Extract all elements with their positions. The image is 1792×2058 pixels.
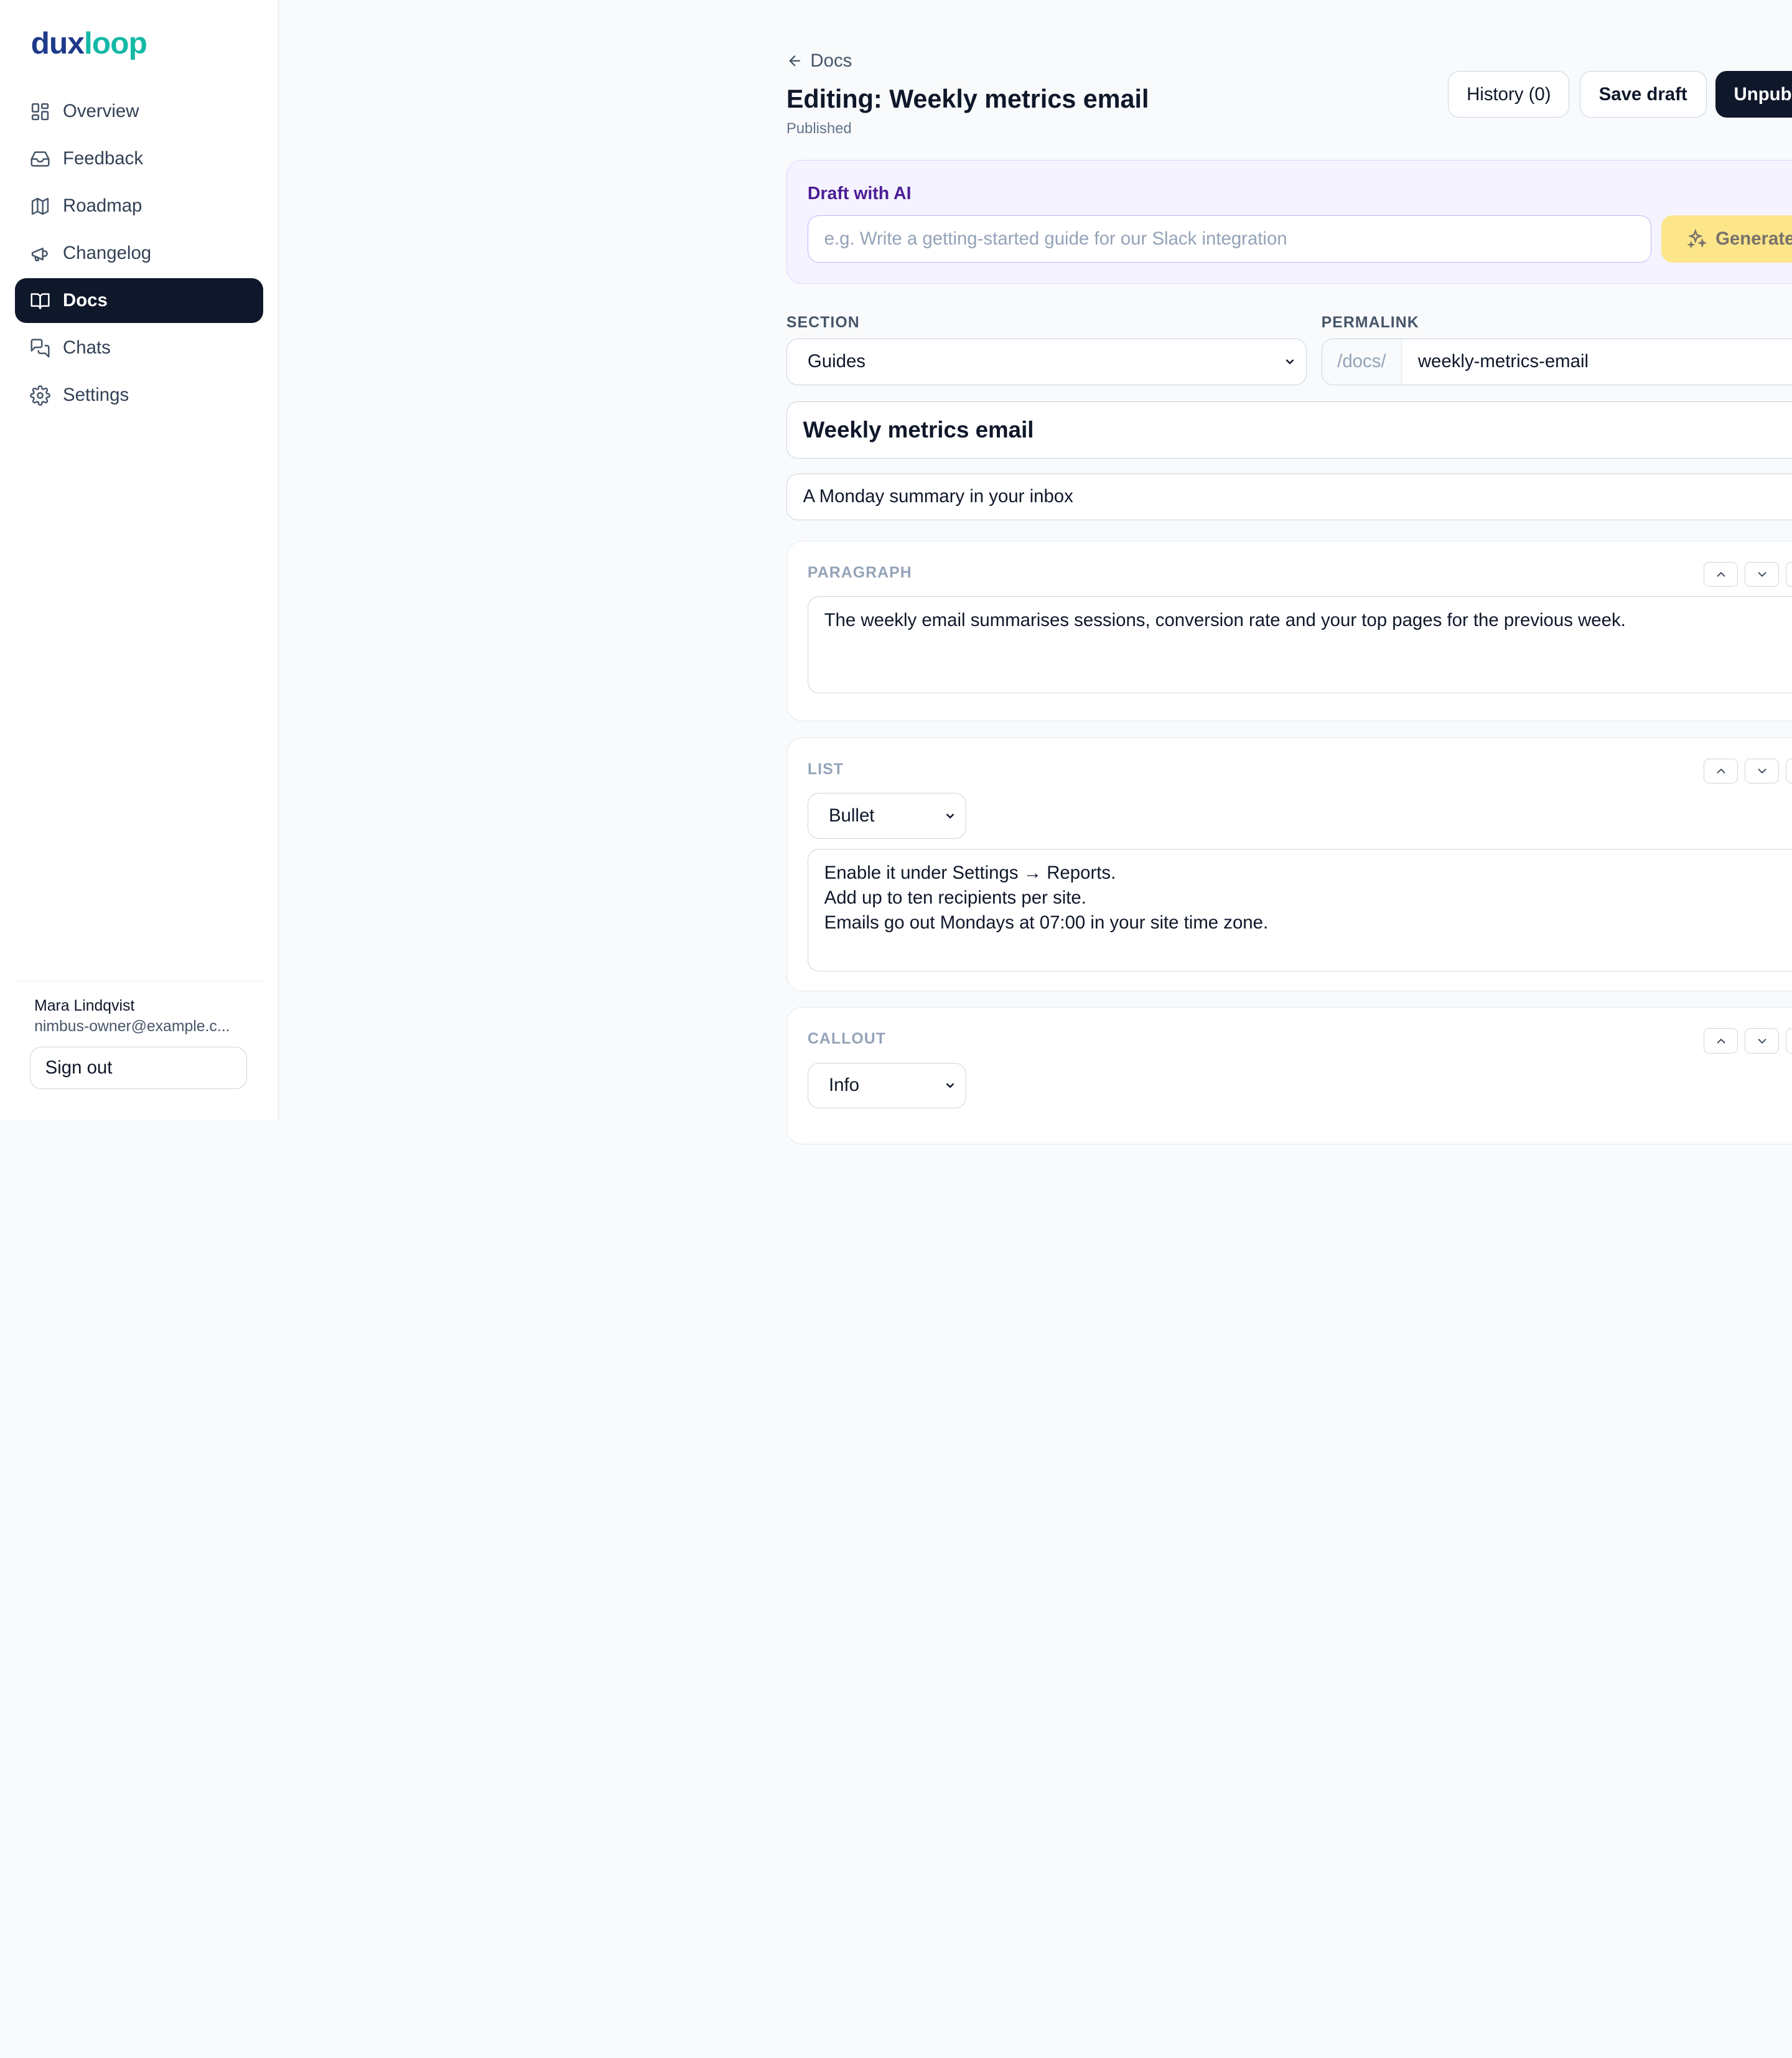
app: duxloop Overview Feedback Roadmap Change… — [0, 0, 1792, 1144]
chevron-down-icon — [1758, 769, 1766, 774]
map-icon — [31, 197, 49, 215]
permalink-input[interactable] — [1402, 339, 1792, 385]
sidebar-item-label: Feedback — [63, 148, 144, 169]
block-controls — [1703, 758, 1792, 784]
chevron-down-icon — [946, 1083, 954, 1088]
generate-label: Generate — [1715, 228, 1792, 249]
sidebar-item-label: Settings — [63, 385, 129, 406]
block-type-label: LIST — [807, 760, 844, 778]
sidebar-item-changelog[interactable]: Changelog — [15, 231, 263, 276]
callout-style-select[interactable]: Info — [807, 1062, 967, 1109]
callout-style-value: Info — [828, 1075, 859, 1096]
delete-block-button[interactable] — [1786, 561, 1792, 587]
sidebar-item-label: Changelog — [63, 243, 152, 264]
block-type-label: PARAGRAPH — [807, 564, 912, 581]
ai-draft-panel: Draft with AI Generate — [786, 160, 1792, 284]
page-title: Editing: Weekly metrics email — [786, 84, 1149, 113]
permalink-field: /docs/ — [1321, 338, 1792, 386]
logo-part-1: dux — [30, 26, 85, 61]
paragraph-text: The weekly email summarises sessions, co… — [824, 610, 1626, 631]
chevron-down-icon — [1758, 1038, 1766, 1044]
arrow-left-icon — [788, 55, 800, 67]
book-icon — [30, 293, 50, 309]
history-button[interactable]: History (0) — [1448, 70, 1570, 118]
move-up-button[interactable] — [1703, 758, 1738, 784]
list-textarea[interactable]: Enable it under Settings → Reports. Add … — [807, 849, 1792, 971]
unpublish-button[interactable]: Unpublish — [1715, 70, 1792, 118]
chevron-up-icon — [1717, 572, 1725, 577]
doc-subtitle-input[interactable] — [786, 473, 1792, 520]
list-item: Enable it under Settings → Reports. — [824, 863, 1116, 884]
status-text: Published — [786, 119, 852, 137]
doc-title-input[interactable] — [786, 401, 1792, 459]
permalink-label: PERMALINK — [1321, 314, 1419, 332]
chevron-down-icon — [1758, 572, 1766, 577]
back-link-label: Docs — [810, 50, 852, 71]
sidebar-nav: Overview Feedback Roadmap Changelog Docs… — [14, 89, 263, 420]
user-name: Mara Lindqvist — [34, 997, 135, 1014]
callout-block: CALLOUT Info — [786, 1007, 1792, 1144]
logo-part-2: loop — [83, 26, 147, 61]
move-up-button[interactable] — [1703, 1028, 1738, 1054]
delete-block-button[interactable] — [1786, 758, 1792, 784]
move-down-button[interactable] — [1745, 758, 1780, 784]
ai-draft-label: Draft with AI — [807, 183, 912, 203]
save-draft-button[interactable]: Save draft — [1579, 70, 1707, 118]
chevron-up-icon — [1717, 769, 1725, 774]
sidebar-item-label: Roadmap — [63, 195, 142, 217]
sign-out-button[interactable]: Sign out — [29, 1046, 247, 1089]
list-style-value: Bullet — [828, 805, 875, 826]
block-controls — [1703, 1028, 1792, 1054]
delete-block-button[interactable] — [1786, 1028, 1792, 1054]
sidebar-item-label: Docs — [63, 290, 108, 311]
move-up-button[interactable] — [1703, 561, 1738, 587]
block-controls — [1703, 561, 1792, 587]
ai-prompt-input[interactable] — [807, 215, 1651, 263]
section-select[interactable]: Guides — [786, 338, 1307, 386]
chevron-down-icon — [1286, 359, 1294, 365]
sidebar-item-chats[interactable]: Chats — [15, 326, 263, 371]
chat-icon — [30, 339, 50, 358]
back-link[interactable]: Docs — [786, 50, 852, 72]
section-select-value: Guides — [807, 351, 866, 372]
sidebar-item-settings[interactable]: Settings — [15, 373, 263, 418]
sidebar-item-overview[interactable]: Overview — [15, 89, 263, 134]
gear-icon — [29, 385, 50, 406]
move-down-button[interactable] — [1745, 561, 1780, 587]
user-email: nimbus-owner@example.c... — [34, 1017, 230, 1035]
permalink-prefix: /docs/ — [1322, 339, 1402, 385]
logo[interactable]: duxloop — [31, 25, 147, 61]
sidebar-item-label: Overview — [63, 101, 139, 122]
sidebar-item-roadmap[interactable]: Roadmap — [15, 184, 263, 228]
sparkles-icon — [1687, 228, 1707, 250]
main-content: Docs Editing: Weekly metrics email Publi… — [279, 0, 1792, 1144]
chevron-up-icon — [1717, 1038, 1725, 1044]
sidebar-item-docs[interactable]: Docs — [14, 278, 263, 324]
block-type-label: CALLOUT — [807, 1031, 886, 1048]
grid-icon — [31, 103, 49, 120]
section-label: SECTION — [786, 314, 860, 332]
list-item: Add up to ten recipients per site. — [824, 887, 1086, 909]
paragraph-textarea[interactable]: The weekly email summarises sessions, co… — [807, 596, 1792, 694]
list-block: LIST Bullet Enable it under Settings → R… — [786, 737, 1792, 991]
paragraph-block: PARAGRAPH The weekly email summarises se… — [786, 540, 1792, 722]
sidebar-item-label: Chats — [63, 337, 111, 358]
megaphone-icon — [31, 247, 48, 261]
chevron-down-icon — [946, 813, 954, 819]
list-style-select[interactable]: Bullet — [807, 793, 967, 839]
generate-button[interactable]: Generate — [1661, 215, 1792, 263]
user-panel: Mara Lindqvist nimbus-owner@example.c...… — [14, 981, 263, 1120]
list-item: Emails go out Mondays at 07:00 in your s… — [824, 912, 1269, 933]
move-down-button[interactable] — [1745, 1028, 1780, 1054]
inbox-icon — [30, 151, 50, 167]
sidebar: duxloop Overview Feedback Roadmap Change… — [0, 0, 279, 1121]
sidebar-item-feedback[interactable]: Feedback — [15, 136, 263, 181]
